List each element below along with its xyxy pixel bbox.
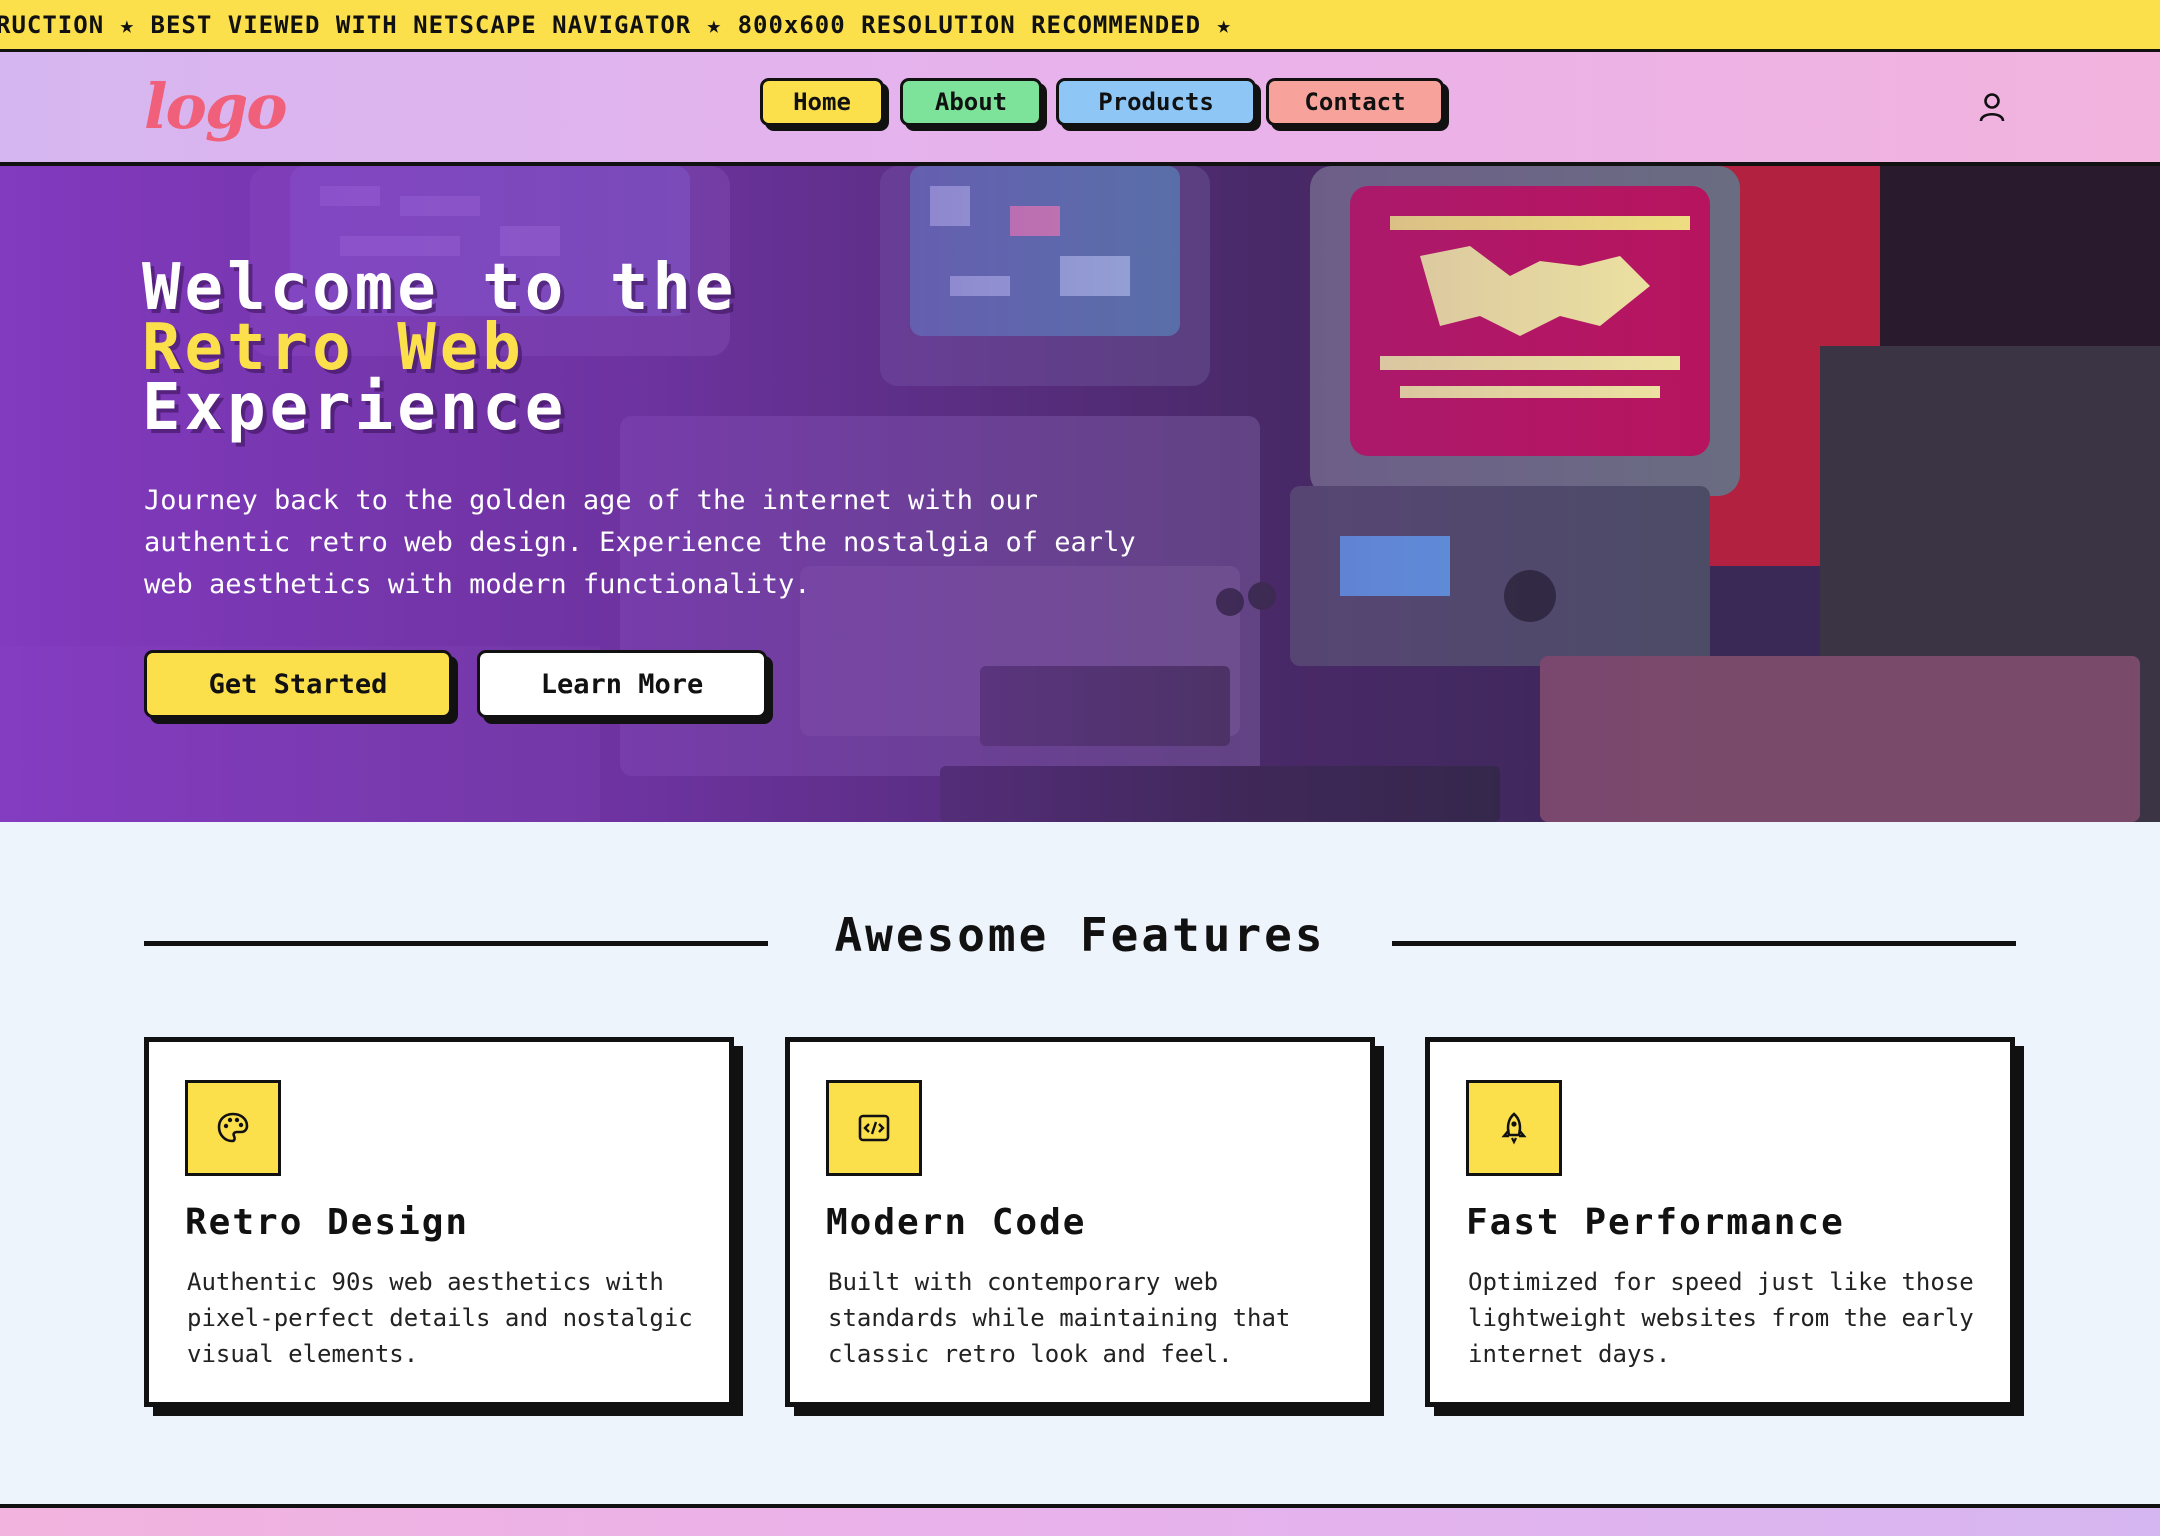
divider-right [1392,941,2016,946]
feature-card-retro-design: Retro Design Authentic 90s web aesthetic… [144,1037,734,1407]
card-description: Built with contemporary web standards wh… [828,1268,1291,1368]
code-icon [826,1080,922,1176]
hero-title-line-3: Experience [142,371,568,445]
feature-card-fast-performance: Fast Performance Optimized for speed jus… [1425,1037,2015,1407]
announcement-marquee: RUCTION ★ BEST VIEWED WITH NETSCAPE NAVI… [0,0,2160,52]
nav-about-button[interactable]: About [900,78,1042,126]
card-description: Optimized for speed just like those ligh… [1468,1268,1974,1368]
hero-title: Welcome to the Retro Web Experience [142,251,738,445]
user-icon[interactable] [1977,91,2007,123]
footer-bar [0,1508,2160,1536]
hero-title-line-1: Welcome to the [142,251,738,325]
palette-icon [185,1080,281,1176]
rocket-icon [1466,1080,1562,1176]
card-title: Modern Code [826,1202,1087,1243]
site-logo[interactable]: logo [144,70,288,143]
card-title: Retro Design [185,1202,470,1243]
hero-section: Welcome to the Retro Web Experience Jour… [0,166,2160,822]
card-description: Authentic 90s web aesthetics with pixel-… [187,1268,693,1368]
card-title: Fast Performance [1466,1202,1845,1243]
hero-title-accent: Retro Web [142,311,525,385]
nav-products-button[interactable]: Products [1056,78,1256,126]
marquee-text: RUCTION ★ BEST VIEWED WITH NETSCAPE NAVI… [0,11,1232,39]
nav-contact-button[interactable]: Contact [1266,78,1444,126]
hero-description: Journey back to the golden age of the in… [144,485,1136,600]
get-started-button[interactable]: Get Started [144,650,452,718]
feature-card-modern-code: Modern Code Built with contemporary web … [785,1037,1375,1407]
site-header: logo Home About Products Contact [0,52,2160,166]
learn-more-button[interactable]: Learn More [477,650,767,718]
features-heading: Awesome Features [834,908,1326,962]
nav-home-button[interactable]: Home [760,78,884,126]
